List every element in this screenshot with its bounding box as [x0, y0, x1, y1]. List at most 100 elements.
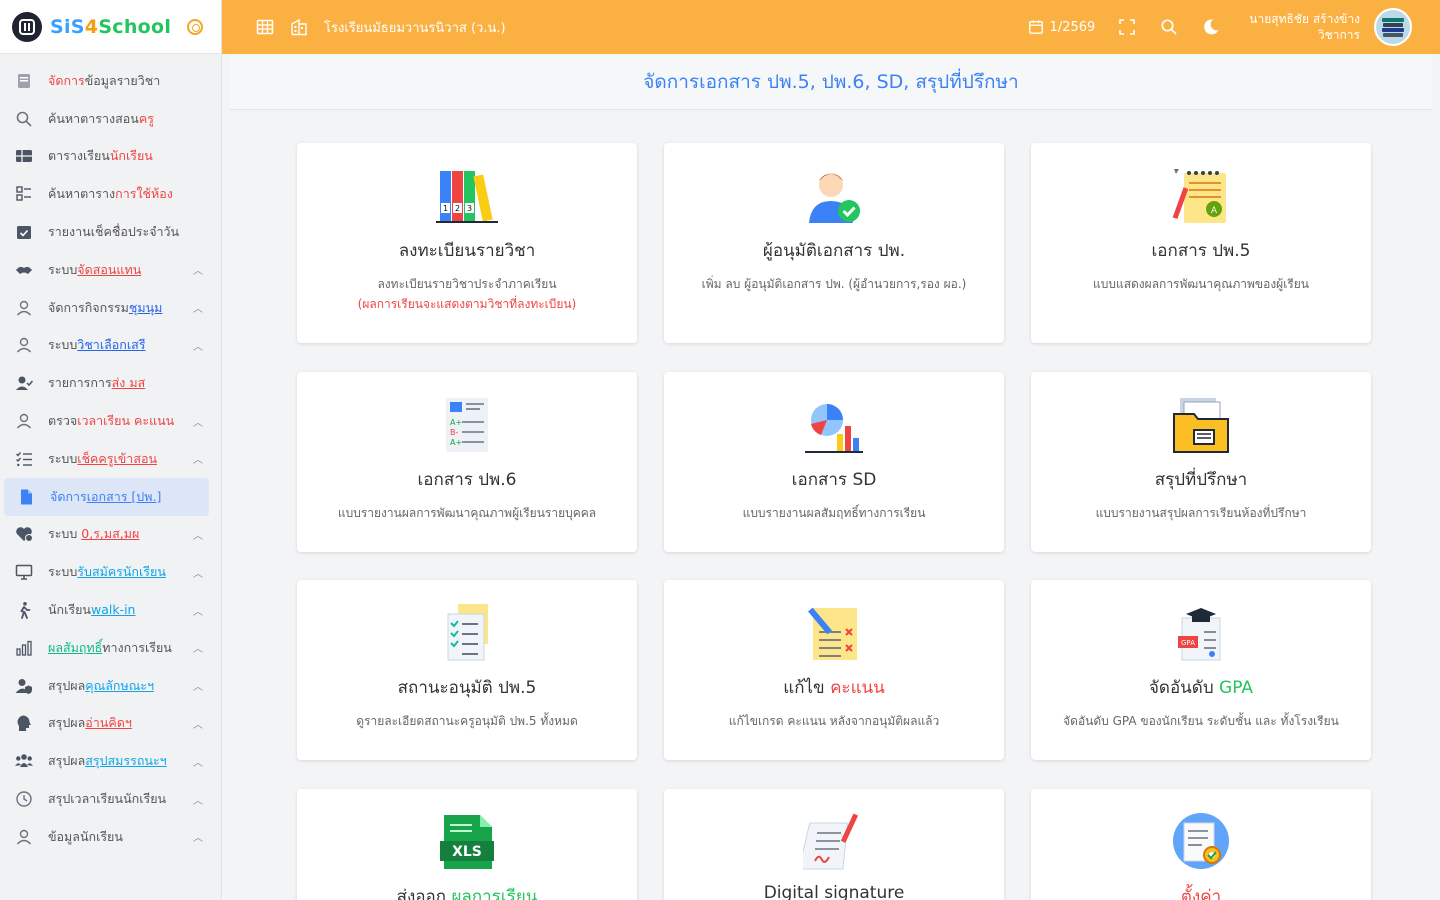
- label-prefix: ระบบ: [48, 337, 78, 353]
- sidebar-item-room-schedule[interactable]: ค้นหาตารางการใช้ห้อง: [0, 175, 221, 213]
- brand-name-part1: SiS: [50, 15, 85, 38]
- card-edit-score[interactable]: แก้ไข คะแนน แก้ไขเกรด คะแนน หลังจากอนุมั…: [664, 580, 1004, 760]
- term-selector[interactable]: 1/2569: [1028, 19, 1096, 35]
- book-icon: [14, 71, 34, 91]
- card-settings[interactable]: ตั้งค่า: [1031, 789, 1371, 900]
- label-highlight: วิชาเลือกเสรี: [77, 337, 146, 353]
- sidebar-item-student-data[interactable]: ข้อมูลนักเรียน ︿: [0, 818, 221, 856]
- card-por-por-5[interactable]: A เอกสาร ปพ.5 แบบแสดงผลการพัฒนาคุณภาพของ…: [1031, 143, 1371, 343]
- calendar-icon: [1028, 20, 1043, 34]
- label-highlight: ครู: [138, 110, 154, 126]
- sidebar-item-study-time[interactable]: สรุปเวลาเรียนนักเรียน ︿: [0, 780, 221, 818]
- card-gpa-ranking[interactable]: GPA จัดอันดับ GPA จัดอันดับ GPA ของนักเร…: [1031, 580, 1371, 760]
- sidebar-item-student-schedule[interactable]: ตารางเรียนนักเรียน: [0, 138, 221, 176]
- label-prefix: รายการการ: [48, 375, 112, 391]
- card-advisor-summary[interactable]: สรุปที่ปรึกษา แบบรายงานสรุปผลการเรียนห้อ…: [1031, 372, 1371, 552]
- chevron-up-icon: ︿: [193, 455, 203, 467]
- card-approval-status[interactable]: สถานะอนุมัติ ปพ.5 ดูรายละเอียดสถานะครูอน…: [297, 580, 637, 760]
- approver-icon: [803, 165, 865, 227]
- sidebar-item-elective[interactable]: ระบบวิชาเลือกเสรี ︿: [0, 327, 221, 365]
- dark-mode-icon[interactable]: [1201, 17, 1221, 37]
- card-title: สรุปที่ปรึกษา: [1154, 470, 1248, 490]
- walking-icon: [14, 600, 34, 620]
- sidebar-item-label: สรุปผลอ่านคิดฯ: [48, 713, 132, 733]
- sidebar-item-course-data[interactable]: จัดการข้อมูลรายวิชา: [0, 62, 221, 100]
- card-por-por-6[interactable]: A+ B- A+ เอกสาร ปพ.6 แบบรายงานผลการพัฒนาคุ…: [297, 372, 637, 552]
- user-icon: [14, 827, 34, 847]
- sidebar-item-label: รายงานเช็คชื่อประจำวัน: [48, 224, 180, 240]
- label-prefix: ค้นหาตารางสอน: [48, 110, 139, 126]
- sidebar-item-label: ตรวจเวลาเรียน คะแนน: [48, 411, 174, 431]
- sidebar-item-label: นักเรียนwalk-in: [48, 600, 135, 620]
- label-prefix: สรุปผล: [48, 677, 86, 693]
- sidebar-item-characteristics[interactable]: สรุปผลคุณลักษณะฯ ︿: [0, 667, 221, 705]
- sidebar-item-label: ค้นหาตารางการใช้ห้อง: [48, 184, 173, 204]
- brand-name-part2: 4: [84, 15, 99, 38]
- brand-name[interactable]: SiS4School: [50, 16, 171, 38]
- grid-list-icon: [14, 184, 34, 204]
- card-title-highlight: GPA: [1219, 678, 1254, 698]
- card-title: ลงทะเบียนรายวิชา: [398, 241, 536, 261]
- card-digital-signature[interactable]: Digital signature: [664, 789, 1004, 900]
- label-highlight: การใช้ห้อง: [115, 186, 173, 202]
- monitor-icon: [14, 562, 34, 582]
- logo-icon[interactable]: [12, 11, 42, 42]
- sidebar-item-label: ระบบรับสมัครนักเรียน: [48, 562, 166, 582]
- table-icon[interactable]: [254, 16, 276, 38]
- sidebar-item-documents[interactable]: จัดการเอกสาร [ปพ.]: [4, 477, 209, 516]
- card-title-highlight: ตั้งค่า: [1180, 887, 1222, 900]
- card-sd[interactable]: เอกสาร SD แบบรายงานผลสัมฤทธิ์ทางการเรียน: [664, 372, 1004, 552]
- label-highlight: ชุมนุม: [128, 299, 163, 315]
- fullscreen-icon[interactable]: [1117, 17, 1137, 37]
- sidebar-item-check-attendance-score[interactable]: ตรวจเวลาเรียน คะแนน ︿: [0, 402, 221, 440]
- sidebar-item-daily-attendance[interactable]: รายงานเช็คชื่อประจำวัน: [0, 213, 221, 251]
- books-icon: 123: [436, 165, 498, 227]
- sidebar-item-reading-thinking[interactable]: สรุปผลอ่านคิดฯ ︿: [0, 705, 221, 743]
- card-course-registration[interactable]: 123 ลงทะเบียนรายวิชา ลงทะเบียนรายวิชาประ…: [297, 143, 637, 343]
- card-approvers[interactable]: ผู้อนุมัติเอกสาร ปพ. เพิ่ม ลบ ผู้อนุมัติ…: [664, 143, 1004, 343]
- sidebar-item-teacher-checkin[interactable]: ระบบเช็คครูเข้าสอน ︿: [0, 440, 221, 478]
- card-export-results[interactable]: XLS ส่งออก ผลการเรียน: [297, 789, 637, 900]
- card-title: เอกสาร ปพ.5: [1151, 241, 1251, 261]
- label-highlight: ผลสัมฤทธิ์: [48, 639, 103, 655]
- avatar[interactable]: [1374, 8, 1412, 46]
- sidebar-item-admission[interactable]: ระบบรับสมัครนักเรียน ︿: [0, 553, 221, 591]
- building-icon[interactable]: [288, 16, 310, 38]
- label-highlight: walk-in: [90, 602, 136, 618]
- sidebar-item-grade-status[interactable]: ระบบ 0,ร,มส,มผ ︿: [0, 516, 221, 554]
- card-title: Digital signature: [763, 883, 905, 900]
- sidebar-item-substitute[interactable]: ระบบจัดสอนแทน ︿: [0, 251, 221, 289]
- grade-sheet-icon: A+ B- A+: [436, 394, 498, 456]
- label-highlight: จัดสอนแทน: [77, 261, 142, 277]
- label-highlight: สรุปสมรรถนะฯ: [85, 753, 167, 769]
- svg-text:A+: A+: [450, 438, 462, 447]
- card-description: แบบรายงานสรุปผลการเรียนห้องที่ปรึกษา: [1095, 506, 1307, 520]
- user-shield-icon: [14, 676, 34, 696]
- search-icon[interactable]: [1159, 17, 1179, 37]
- chevron-up-icon: ︿: [193, 833, 203, 845]
- user-check-icon: [14, 373, 34, 393]
- topbar: โรงเรียนมัธยมวานรนิวาส (ว.น.) 1/2569 นาย…: [222, 0, 1440, 54]
- sidebar-item-teacher-schedule[interactable]: ค้นหาตารางสอนครู: [0, 100, 221, 138]
- chevron-up-icon: ︿: [193, 417, 203, 429]
- sidebar-item-competency[interactable]: สรุปผลสรุปสมรรถนะฯ ︿: [0, 742, 221, 780]
- sidebar-item-achievement[interactable]: ผลสัมฤทธิ์ทางการเรียน ︿: [0, 629, 221, 667]
- sidebar-item-label: สรุปผลสรุปสมรรถนะฯ: [48, 751, 167, 771]
- chevron-up-icon: ︿: [193, 719, 203, 731]
- card-description: แบบแสดงผลการพัฒนาคุณภาพของผู้เรียน: [1092, 277, 1309, 291]
- page-title: จัดการเอกสาร ปพ.5, ปพ.6, SD, สรุปที่ปรึก…: [230, 54, 1432, 110]
- label-highlight: เวลาเรียน คะแนน: [77, 413, 175, 429]
- user-info[interactable]: นายสุทธิชัย สร้างข้าง วิชาการ: [1249, 11, 1360, 43]
- term-value: 1/2569: [1049, 19, 1096, 35]
- chevron-up-icon: ︿: [193, 757, 203, 769]
- sidebar-item-ms-list[interactable]: รายการการส่ง มส: [0, 364, 221, 402]
- sidebar-toggle-icon[interactable]: [187, 18, 203, 35]
- sidebar-item-walkin[interactable]: นักเรียนwalk-in ︿: [0, 591, 221, 629]
- label-prefix: จัดการกิจกรรม: [48, 299, 129, 315]
- sidebar: SiS4School จัดการข้อมูลรายวิชา ค้นหาตารา…: [0, 0, 222, 900]
- sidebar-item-club[interactable]: จัดการกิจกรรมชุมนุม ︿: [0, 289, 221, 327]
- sidebar-item-label: จัดการข้อมูลรายวิชา: [48, 71, 160, 91]
- label-highlight: เอกสาร [ปพ.]: [86, 488, 162, 504]
- user-icon: [14, 335, 34, 355]
- calendar-check-icon: [14, 222, 34, 242]
